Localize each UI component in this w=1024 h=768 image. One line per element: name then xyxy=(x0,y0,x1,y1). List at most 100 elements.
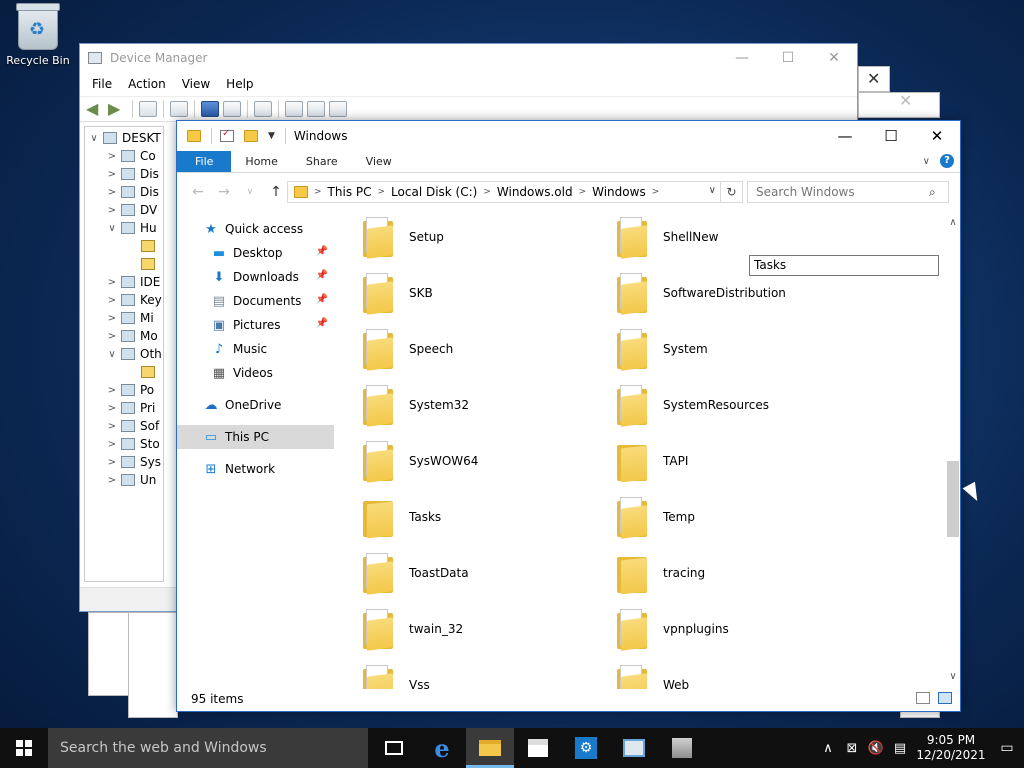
background-window[interactable]: ✕ xyxy=(858,66,890,92)
folder-item[interactable]: ToastData xyxy=(363,547,469,599)
device-tree-item[interactable]: > Pri xyxy=(85,399,163,417)
chevron-right-icon[interactable]: > xyxy=(105,169,119,180)
uninstall-device-icon[interactable] xyxy=(307,101,325,117)
back-arrow-icon[interactable]: ◀ xyxy=(86,101,104,117)
device-tree-item[interactable]: > Sof xyxy=(85,417,163,435)
scroll-down-icon[interactable]: ∨ xyxy=(945,671,961,687)
recent-locations-icon[interactable]: ∨ xyxy=(237,187,263,197)
device-tree-item[interactable]: > Mi xyxy=(85,309,163,327)
close-button[interactable]: ✕ xyxy=(914,121,960,151)
pin-icon[interactable]: 📌 xyxy=(316,318,328,329)
menu-help[interactable]: Help xyxy=(218,77,261,91)
pin-icon[interactable]: 📌 xyxy=(316,246,328,257)
nav-item-network[interactable]: ⊞ Network xyxy=(177,457,334,481)
nav-item-documents[interactable]: ▤ Documents 📌 xyxy=(177,289,334,313)
update-driver-icon[interactable] xyxy=(285,101,303,117)
folder-item[interactable]: Web xyxy=(617,659,689,689)
chevron-right-icon[interactable]: > xyxy=(579,187,587,197)
chevron-right-icon[interactable]: > xyxy=(105,151,119,162)
chevron-right-icon[interactable]: > xyxy=(105,421,119,432)
menu-view[interactable]: View xyxy=(174,77,218,91)
device-tree-item[interactable]: > Co xyxy=(85,147,163,165)
large-icons-view-icon[interactable] xyxy=(938,692,952,704)
pin-icon[interactable]: 📌 xyxy=(316,294,328,305)
device-tree-item[interactable] xyxy=(85,237,163,255)
folder-item[interactable]: TAPI xyxy=(617,435,688,487)
chevron-right-icon[interactable]: > xyxy=(105,331,119,342)
chevron-down-icon[interactable]: ∨ xyxy=(105,349,119,360)
network-icon[interactable]: ⊠ xyxy=(840,741,864,756)
nav-item-downloads[interactable]: ⬇ Downloads 📌 xyxy=(177,265,334,289)
tab-home[interactable]: Home xyxy=(231,151,291,172)
vertical-scrollbar[interactable]: ∧ ∨ xyxy=(945,217,961,687)
details-view-icon[interactable] xyxy=(916,692,930,704)
chevron-right-icon[interactable]: > xyxy=(105,187,119,198)
clock[interactable]: 9:05 PM 12/20/2021 xyxy=(912,733,990,763)
device-tree-item[interactable]: > IDE xyxy=(85,273,163,291)
task-view-button[interactable] xyxy=(370,728,418,768)
scan-hardware-icon[interactable] xyxy=(254,101,272,117)
volume-muted-icon[interactable]: 🔇 xyxy=(864,741,888,756)
folder-item[interactable]: tracing xyxy=(617,547,705,599)
minimize-button[interactable]: — xyxy=(719,44,765,72)
edge-button[interactable]: e xyxy=(418,728,466,768)
chevron-right-icon[interactable]: > xyxy=(105,313,119,324)
chevron-right-icon[interactable]: > xyxy=(105,205,119,216)
chevron-down-icon[interactable]: ∨ xyxy=(87,133,101,144)
customize-toolbar-icon[interactable]: ▼ xyxy=(268,131,275,141)
tab-share[interactable]: Share xyxy=(292,151,352,172)
chevron-right-icon[interactable]: > xyxy=(483,187,491,197)
start-button[interactable] xyxy=(0,728,48,768)
chevron-right-icon[interactable]: > xyxy=(105,457,119,468)
expand-ribbon-icon[interactable]: ∨ xyxy=(923,156,930,167)
folder-item[interactable]: Speech xyxy=(363,323,453,375)
nav-item-this-pc[interactable]: ▭ This PC xyxy=(177,425,334,449)
breadcrumb-windows-old[interactable]: Windows.old xyxy=(497,185,573,199)
search-icon[interactable]: ⌕ xyxy=(929,185,936,200)
device-tree-item[interactable] xyxy=(85,363,163,381)
chevron-right-icon[interactable]: > xyxy=(378,187,386,197)
pin-icon[interactable]: 📌 xyxy=(316,270,328,281)
file-explorer-button[interactable] xyxy=(466,728,514,768)
installer-button[interactable] xyxy=(658,728,706,768)
close-button[interactable]: ✕ xyxy=(811,44,857,72)
device-tree-item[interactable]: > Dis xyxy=(85,183,163,201)
help-icon[interactable]: ? xyxy=(940,154,954,168)
back-arrow-icon[interactable]: ← xyxy=(185,184,211,200)
file-list[interactable]: Setup ShellNew SKB SoftwareDistribution Spee… xyxy=(347,217,945,689)
notification-icon[interactable]: ▭ xyxy=(990,740,1024,756)
maximize-button[interactable]: ☐ xyxy=(765,44,811,72)
chevron-right-icon[interactable]: > xyxy=(314,187,322,197)
device-tree-item[interactable]: > Po xyxy=(85,381,163,399)
nav-item-pictures[interactable]: ▣ Pictures 📌 xyxy=(177,313,334,337)
folder-item[interactable]: System32 xyxy=(363,379,469,431)
folder-item[interactable]: SKB xyxy=(363,267,433,319)
device-view-icon[interactable] xyxy=(223,101,241,117)
chevron-right-icon[interactable]: > xyxy=(652,187,660,197)
folder-item[interactable]: ShellNew xyxy=(617,217,718,263)
menu-action[interactable]: Action xyxy=(120,77,174,91)
device-tree-item[interactable]: > Sto xyxy=(85,435,163,453)
help-icon[interactable] xyxy=(201,101,219,117)
device-tree-item[interactable]: > Dis xyxy=(85,165,163,183)
enable-device-icon[interactable] xyxy=(329,101,347,117)
folder-item[interactable]: Setup xyxy=(363,217,444,263)
address-bar[interactable]: > This PC > Local Disk (C:) > Windows.ol… xyxy=(287,181,743,203)
menu-file[interactable]: File xyxy=(84,77,120,91)
scroll-up-icon[interactable]: ∧ xyxy=(945,217,961,233)
folder-item[interactable]: SysWOW64 xyxy=(363,435,478,487)
device-tree-item[interactable]: > Un xyxy=(85,471,163,489)
folder-item[interactable]: Vss xyxy=(363,659,430,689)
chevron-right-icon[interactable]: > xyxy=(105,295,119,306)
folder-item[interactable]: twain_32 xyxy=(363,603,463,655)
settings-button[interactable]: ⚙ xyxy=(562,728,610,768)
chevron-right-icon[interactable]: > xyxy=(105,439,119,450)
chevron-right-icon[interactable]: > xyxy=(105,475,119,486)
input-icon[interactable]: ▤ xyxy=(888,741,912,756)
device-tree-item[interactable] xyxy=(85,255,163,273)
refresh-icon[interactable]: ↻ xyxy=(720,182,742,202)
properties-icon[interactable] xyxy=(220,128,234,142)
search-input[interactable] xyxy=(747,181,949,203)
folder-item[interactable]: System xyxy=(617,323,708,375)
device-tree-item[interactable]: > Key xyxy=(85,291,163,309)
